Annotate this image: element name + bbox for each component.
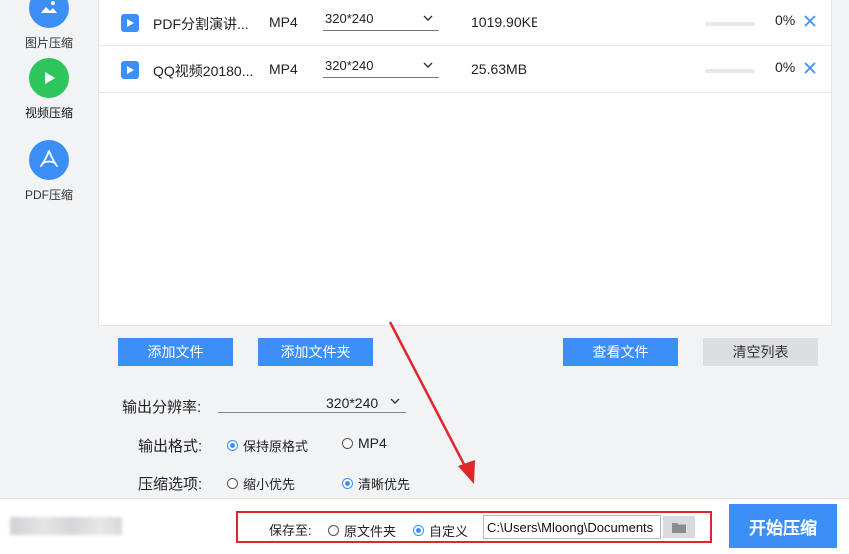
video-file-icon [121, 61, 139, 79]
radio-label: 原文件夹 [344, 524, 397, 539]
file-format: MP4 [269, 14, 298, 30]
radio-label: 缩小优先 [243, 477, 296, 492]
save-to-label: 保存至: [269, 523, 312, 538]
resolution-select[interactable]: 320*240 [218, 393, 406, 413]
file-resolution-value: 320*240 [325, 11, 374, 26]
chevron-down-icon [423, 15, 433, 21]
sidebar-item-label: PDF压缩 [24, 188, 73, 202]
radio-icon [342, 437, 353, 449]
file-name: QQ视频20180... [153, 63, 254, 79]
sidebar-item-pdf-compress[interactable]: PDF压缩 [0, 140, 98, 203]
video-file-icon [121, 14, 139, 32]
file-format: MP4 [269, 61, 298, 77]
radio-label: 清晰优先 [358, 477, 411, 492]
chevron-down-icon [423, 62, 433, 68]
radio-icon [227, 440, 238, 451]
compression-label: 压缩选项: [138, 476, 203, 493]
add-folder-button[interactable]: 添加文件夹 [258, 338, 373, 366]
clear-list-button[interactable]: 清空列表 [703, 338, 818, 366]
save-option-original-folder[interactable]: 原文件夹 [328, 521, 396, 540]
progress-label: 0% [775, 59, 796, 75]
radio-icon [227, 478, 238, 489]
format-label: 输出格式: [138, 438, 203, 455]
file-name: PDF分割演讲... [153, 16, 249, 32]
bottom-bar: 保存至: 原文件夹 自定义 C:\Users\Mloong\Documents … [0, 498, 849, 554]
radio-icon [328, 525, 339, 536]
add-file-button[interactable]: 添加文件 [118, 338, 233, 366]
file-size: 1019.90KB [471, 14, 537, 30]
file-list: PDF分割演讲... MP4 320*240 1019.90KB 0% QQ视频… [98, 0, 832, 326]
folder-icon [672, 522, 686, 533]
format-option-keep-original[interactable]: 保持原格式 [227, 436, 308, 455]
file-resolution-select[interactable]: 320*240 [323, 11, 439, 31]
sidebar-item-video-compress[interactable]: 视频压缩 [0, 58, 98, 121]
sidebar-item-label: 图片压缩 [24, 36, 73, 50]
save-path-input[interactable]: C:\Users\Mloong\Documents [483, 515, 661, 539]
radio-icon [342, 478, 353, 489]
play-icon [29, 58, 69, 98]
pdf-icon [29, 140, 69, 180]
image-icon [29, 0, 69, 28]
view-files-button[interactable]: 查看文件 [563, 338, 678, 366]
compression-option-clearer[interactable]: 清晰优先 [342, 474, 410, 493]
save-option-custom[interactable]: 自定义 [413, 521, 468, 540]
radio-label: 自定义 [429, 524, 469, 539]
start-compress-button[interactable]: 开始压缩 [729, 504, 837, 548]
sidebar-item-label: 视频压缩 [24, 106, 73, 120]
browse-folder-button[interactable] [663, 516, 695, 538]
resolution-label: 输出分辨率: [122, 399, 202, 416]
sidebar-item-image-compress[interactable]: 图片压缩 [0, 0, 98, 51]
format-option-mp4[interactable]: MP4 [342, 435, 387, 451]
radio-label: 保持原格式 [243, 439, 309, 454]
radio-label: MP4 [358, 435, 387, 451]
table-row[interactable]: QQ视频20180... MP4 320*240 25.63MB 0% [99, 47, 831, 93]
progress-label: 0% [775, 12, 796, 28]
progress-bar [705, 22, 755, 26]
resolution-value: 320*240 [326, 395, 379, 411]
file-size: 25.63MB [471, 61, 528, 77]
table-row[interactable]: PDF分割演讲... MP4 320*240 1019.90KB 0% [99, 0, 831, 46]
file-resolution-value: 320*240 [325, 58, 374, 73]
radio-icon [413, 525, 424, 536]
save-location-box: 保存至: 原文件夹 自定义 C:\Users\Mloong\Documents [236, 511, 712, 543]
file-resolution-select[interactable]: 320*240 [323, 58, 439, 78]
sidebar: 图片压缩 视频压缩 PDF压缩 [0, 0, 98, 498]
close-icon[interactable] [803, 61, 817, 75]
close-icon[interactable] [803, 14, 817, 28]
compression-option-smaller[interactable]: 缩小优先 [227, 474, 295, 493]
blurred-area [10, 517, 122, 535]
progress-bar [705, 69, 755, 73]
chevron-down-icon [390, 398, 400, 404]
